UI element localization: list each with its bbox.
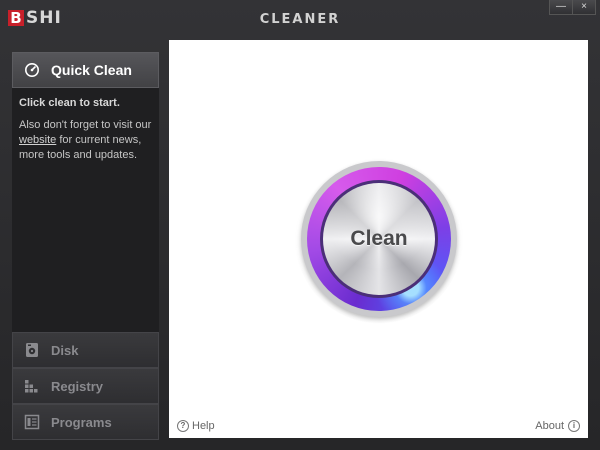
help-link[interactable]: ? Help [177,420,215,432]
nav-registry[interactable]: Registry [12,368,159,404]
clean-button-label: Clean [350,227,408,250]
speedometer-icon [23,61,41,79]
nav-disk[interactable]: Disk [12,332,159,368]
app-window: B SHI CLEANER — × Quick Clean Click clea… [0,0,600,450]
nav-registry-label: Registry [51,378,104,394]
info-panel: Click clean to start. Also don't forget … [12,88,159,332]
title-bar[interactable]: B SHI CLEANER — × [0,0,600,40]
main-content: Clean ? Help About i [169,40,588,438]
website-link[interactable]: website [19,134,56,146]
nav-programs-label: Programs [51,414,112,430]
sidebar: Quick Clean Click clean to start. Also d… [8,50,159,440]
nav-quick-clean[interactable]: Quick Clean [12,52,159,88]
about-link[interactable]: About i [535,420,580,432]
clean-button-wrapper: Clean [295,155,463,323]
disk-icon [23,341,41,359]
programs-icon [23,413,41,431]
help-label: Help [192,420,215,432]
nav-quick-clean-label: Quick Clean [51,62,132,78]
close-button[interactable]: × [573,0,596,15]
about-label: About [535,420,564,432]
nav-disk-label: Disk [51,342,79,358]
app-title: CLEANER [259,12,341,27]
clean-button[interactable]: Clean [323,183,435,295]
minimize-button[interactable]: — [549,0,573,15]
help-icon: ? [177,420,189,432]
nav-programs[interactable]: Programs [12,404,159,440]
panel-heading: Click clean to start. [19,97,120,109]
panel-text: Also don't forget to visit our website f… [19,118,152,163]
panel-text-before: Also don't forget to visit our [19,119,152,131]
window-controls: — × [549,0,596,15]
info-icon: i [568,420,580,432]
registry-icon [23,377,41,395]
